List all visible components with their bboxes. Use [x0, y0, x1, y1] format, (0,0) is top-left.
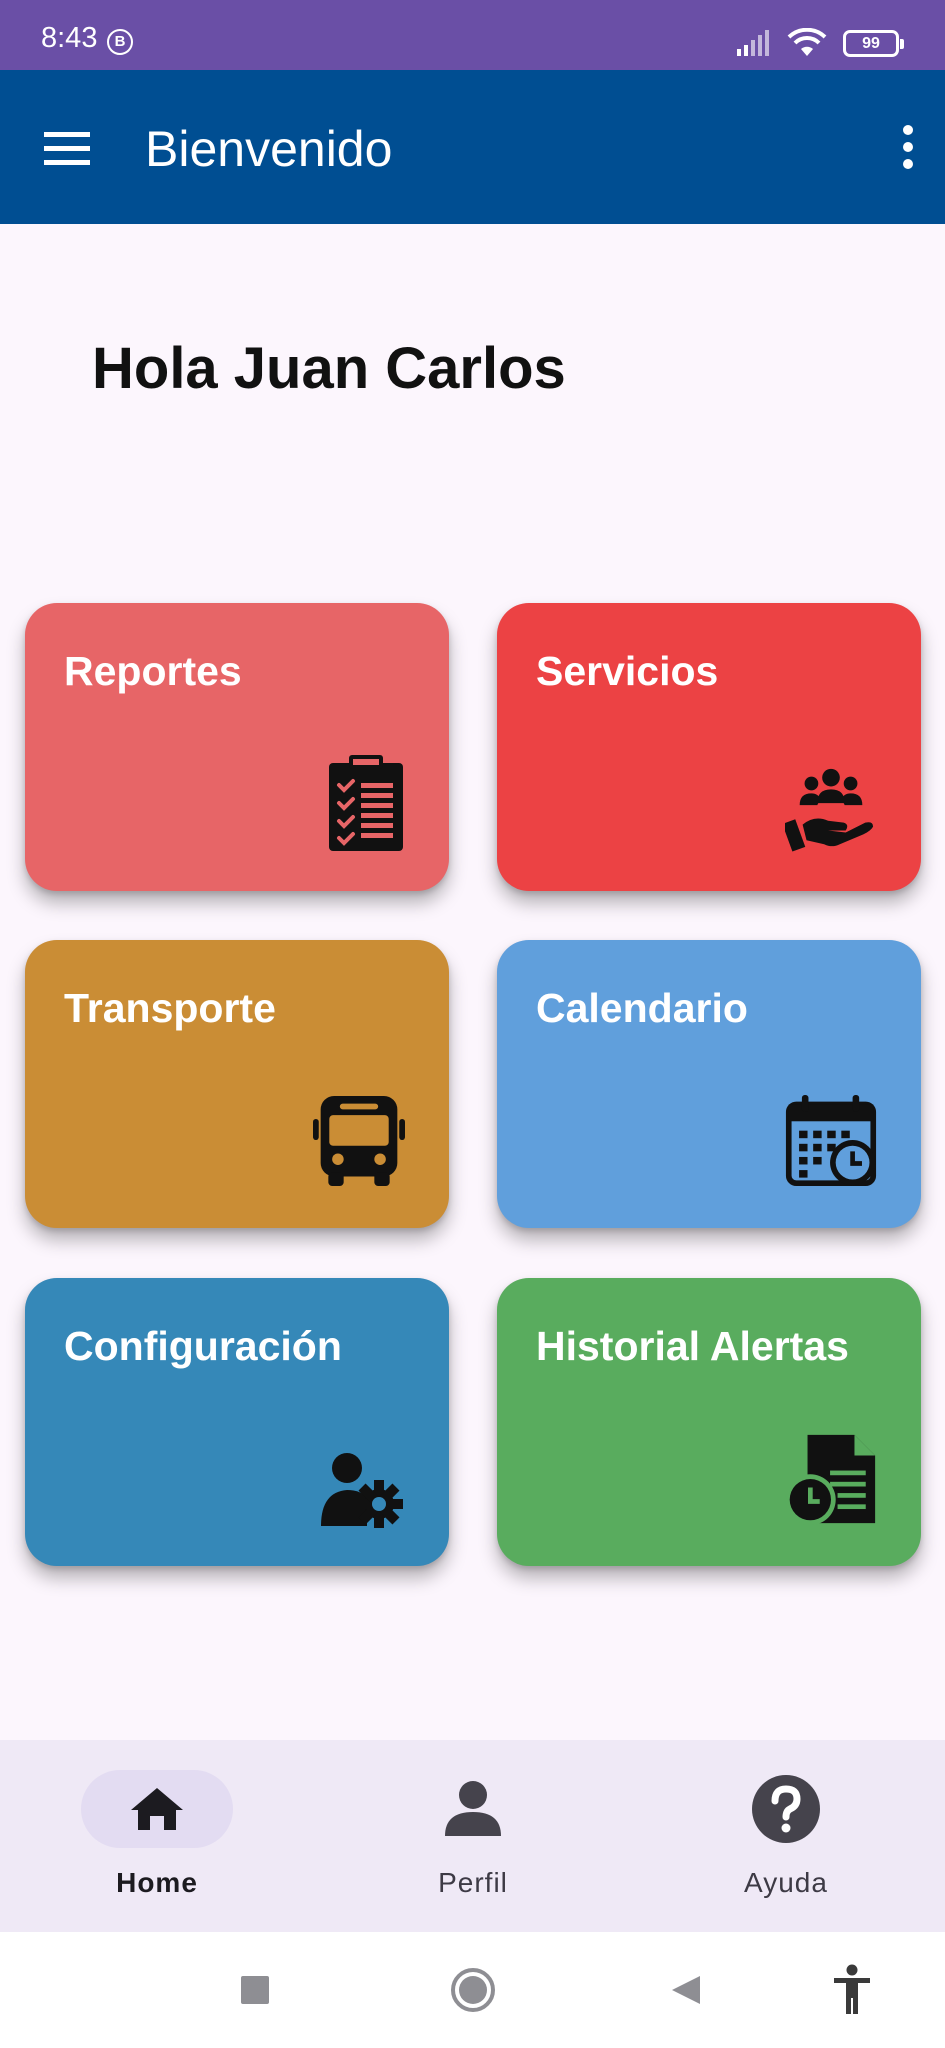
- clipboard-checklist-icon: [313, 753, 405, 853]
- tile-calendario[interactable]: Calendario: [497, 940, 921, 1228]
- bus-icon: [313, 1090, 405, 1190]
- hand-group-icon: [785, 753, 877, 853]
- tile-configuracion[interactable]: Configuración: [25, 1278, 449, 1566]
- system-navigation-bar: [0, 1932, 945, 2048]
- status-bar: 8:43 B 99: [0, 0, 945, 70]
- recents-button[interactable]: [225, 1962, 285, 2018]
- status-time: 8:43: [41, 22, 98, 54]
- nav-indicator: [397, 1770, 549, 1848]
- tile-servicios[interactable]: Servicios: [497, 603, 921, 891]
- tile-label: Servicios: [536, 648, 719, 694]
- back-button[interactable]: [656, 1962, 716, 2018]
- signal-icon: [737, 30, 769, 56]
- nav-item-home[interactable]: Home: [32, 1770, 282, 1910]
- nav-indicator: [81, 1770, 233, 1848]
- home-system-button[interactable]: [443, 1962, 503, 2018]
- tile-label: Configuración: [64, 1323, 342, 1369]
- menu-button[interactable]: [44, 130, 90, 166]
- wifi-icon: [787, 28, 827, 56]
- greeting-title: Hola Juan Carlos: [92, 336, 566, 401]
- hamburger-menu-icon: [44, 132, 90, 165]
- help-icon: [752, 1775, 820, 1843]
- home-icon: [131, 1788, 183, 1830]
- user-gear-icon: [313, 1428, 405, 1528]
- status-icons: 99: [735, 27, 904, 59]
- tile-label: Transporte: [64, 985, 276, 1031]
- more-vert-icon: [903, 125, 913, 169]
- circle-icon: [451, 1968, 495, 2012]
- document-clock-icon: [785, 1428, 877, 1528]
- calendar-clock-icon: [785, 1090, 877, 1190]
- battery-icon: 99: [843, 29, 904, 57]
- tile-reportes[interactable]: Reportes: [25, 603, 449, 891]
- accessibility-button[interactable]: [822, 1962, 882, 2018]
- tile-historial-alertas[interactable]: Historial Alertas: [497, 1278, 921, 1566]
- nav-indicator: [710, 1770, 862, 1848]
- nav-item-ayuda[interactable]: Ayuda: [661, 1770, 911, 1910]
- nav-label: Perfil: [438, 1867, 508, 1898]
- app-title: Bienvenido: [145, 121, 393, 177]
- tile-transporte[interactable]: Transporte: [25, 940, 449, 1228]
- nav-label: Ayuda: [744, 1867, 828, 1898]
- tile-label: Historial Alertas: [536, 1323, 849, 1369]
- battery-level: 99: [862, 34, 880, 52]
- tile-label: Reportes: [64, 648, 242, 694]
- more-options-button[interactable]: [893, 122, 923, 172]
- bottom-navigation: Home Perfil Ayuda: [0, 1740, 945, 1932]
- tile-label: Calendario: [536, 985, 748, 1031]
- square-icon: [241, 1976, 269, 2004]
- nav-item-perfil[interactable]: Perfil: [348, 1770, 598, 1910]
- back-triangle-icon: [672, 1976, 700, 2004]
- b-notification-icon: B: [107, 29, 133, 55]
- app-bar: Bienvenido: [0, 70, 945, 224]
- person-icon: [445, 1781, 501, 1836]
- accessibility-icon: [834, 1964, 870, 2014]
- nav-label: Home: [116, 1867, 198, 1898]
